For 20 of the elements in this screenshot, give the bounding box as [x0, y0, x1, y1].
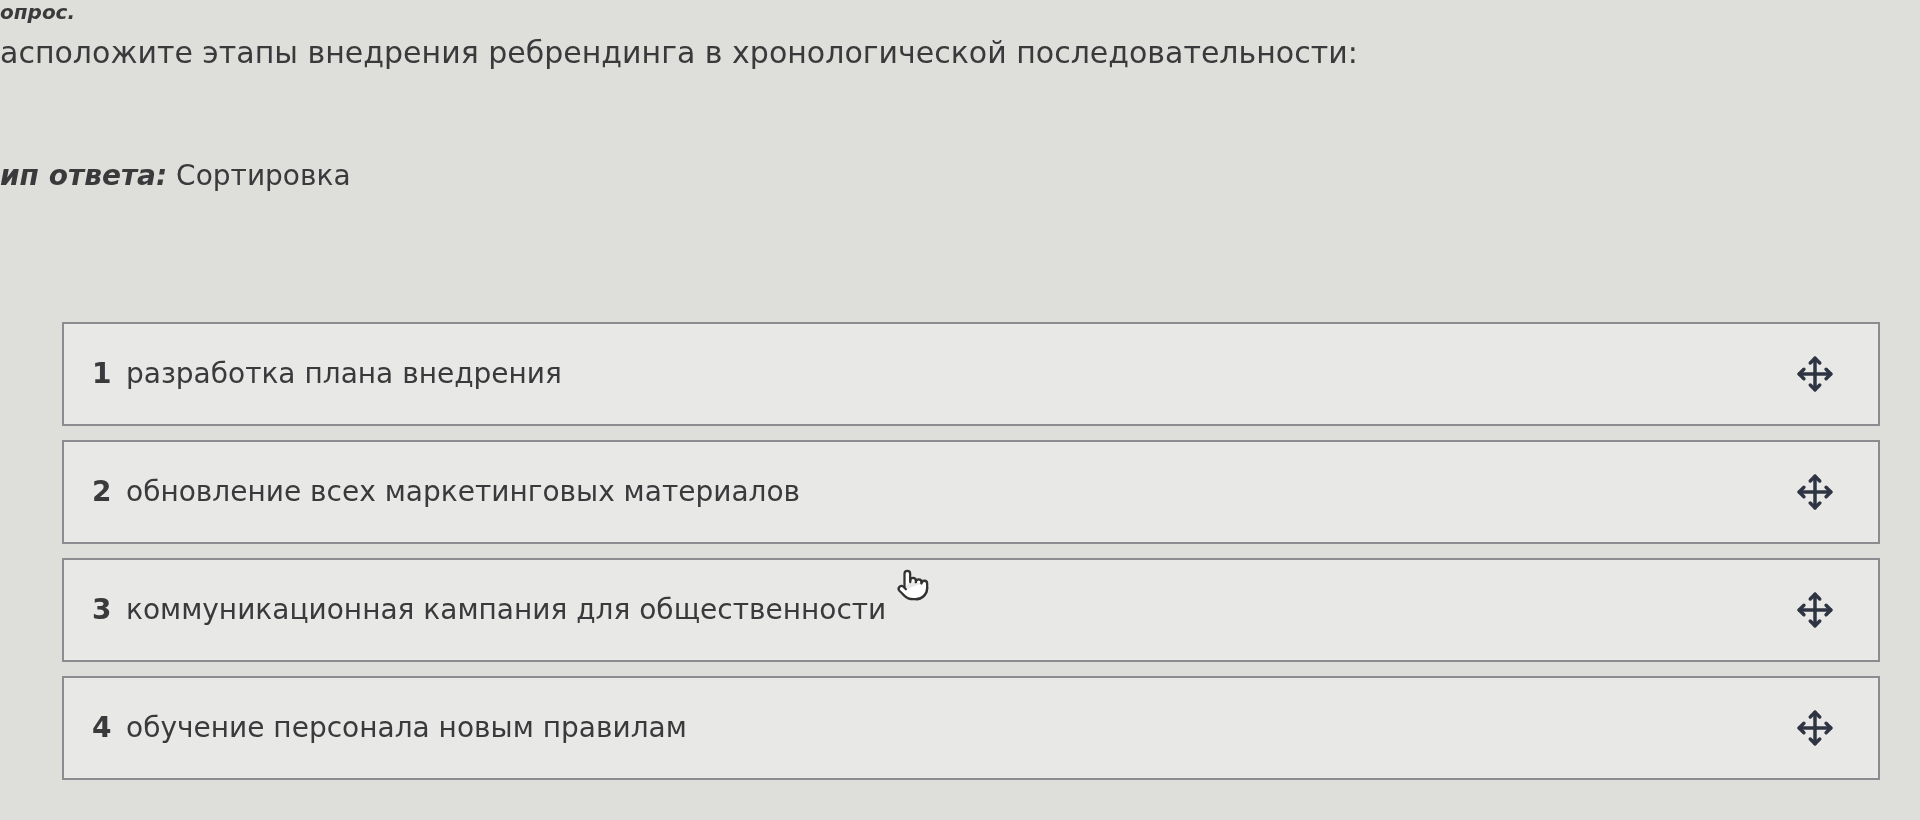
sortable-item[interactable]: 3 коммуникационная кампания для общественности [62, 558, 1880, 662]
hand-cursor-icon [896, 568, 930, 602]
answer-type-text: ип ответа: Сортировка [0, 158, 351, 194]
question-text: асположите этапы внедрения ребрендинга в хронологической последовательности: [0, 34, 1358, 72]
item-text: разработка плана внедрения [126, 356, 562, 392]
move-handle-icon[interactable] [1796, 591, 1834, 629]
item-number: 1 [92, 356, 113, 392]
item-text: коммуникационная кампания для общественности [126, 592, 887, 628]
move-handle-icon[interactable] [1796, 473, 1834, 511]
sortable-item[interactable]: 1 разработка плана внедрения [62, 322, 1880, 426]
move-handle-icon[interactable] [1796, 355, 1834, 393]
sortable-item[interactable]: 4 обучение персонала новым правилам [62, 676, 1880, 780]
item-number: 3 [92, 592, 113, 628]
move-handle-icon[interactable] [1796, 709, 1834, 747]
sortable-item[interactable]: 2 обновление всех маркетинговых материалов [62, 440, 1880, 544]
item-text: обновление всех маркетинговых материалов [126, 474, 801, 510]
question-label: опрос. [0, 0, 76, 24]
item-number: 4 [92, 710, 113, 746]
item-number: 2 [92, 474, 113, 510]
item-text: обучение персонала новым правилам [126, 710, 687, 746]
